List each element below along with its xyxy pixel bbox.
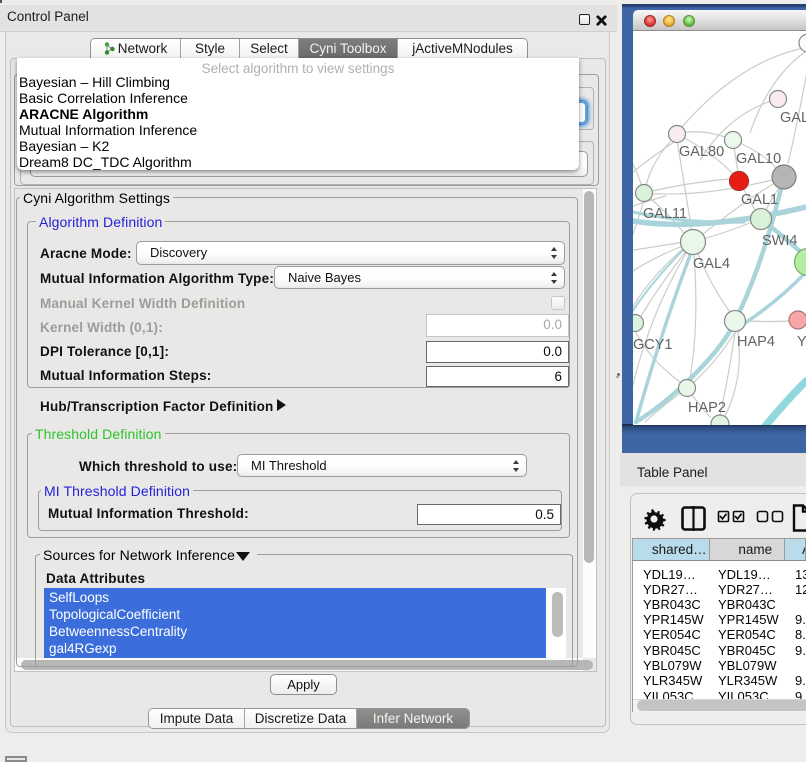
svg-text:GAL2: GAL2 — [780, 110, 806, 126]
svg-text:SWI4: SWI4 — [762, 233, 797, 249]
svg-text:HAP2: HAP2 — [688, 400, 726, 416]
svg-text:GAL1: GAL1 — [741, 192, 778, 208]
svg-text:GAL11: GAL11 — [643, 206, 687, 222]
svg-text:GAL80: GAL80 — [679, 144, 724, 160]
svg-text:HAP4: HAP4 — [737, 334, 775, 350]
svg-text:YB: YB — [797, 334, 806, 350]
svg-text:GAL4: GAL4 — [693, 256, 730, 272]
svg-text:GCY1: GCY1 — [633, 337, 673, 353]
svg-text:GAL10: GAL10 — [736, 151, 781, 167]
